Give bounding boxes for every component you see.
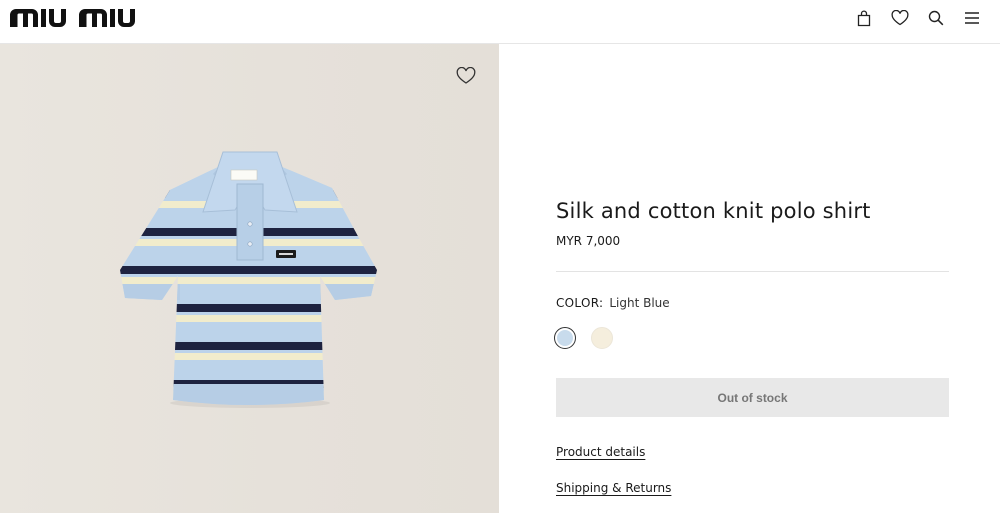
color-selector-label: COLOR: Light Blue [556, 296, 670, 310]
product-price: MYR 7,000 [556, 234, 621, 248]
menu-icon[interactable] [954, 8, 990, 28]
product-details-link[interactable]: Product details [556, 445, 645, 459]
shipping-returns-link[interactable]: Shipping & Returns [556, 481, 671, 495]
header-actions [846, 8, 990, 28]
out-of-stock-button[interactable]: Out of stock [556, 378, 949, 417]
brand-logo[interactable] [8, 5, 144, 29]
bag-icon[interactable] [846, 8, 882, 28]
color-swatch-cream[interactable] [591, 327, 613, 349]
product-image-polo-shirt[interactable] [115, 148, 385, 408]
search-icon[interactable] [918, 8, 954, 28]
site-header [0, 0, 1000, 44]
product-image-panel [0, 44, 499, 513]
product-title: Silk and cotton knit polo shirt [556, 199, 871, 223]
color-value: Light Blue [609, 296, 670, 310]
color-swatch-light-blue[interactable] [554, 327, 576, 349]
divider [556, 271, 949, 272]
wishlist-heart-icon[interactable] [882, 8, 918, 28]
add-to-wishlist-heart-icon[interactable] [456, 66, 478, 87]
color-label: COLOR: [556, 296, 604, 310]
